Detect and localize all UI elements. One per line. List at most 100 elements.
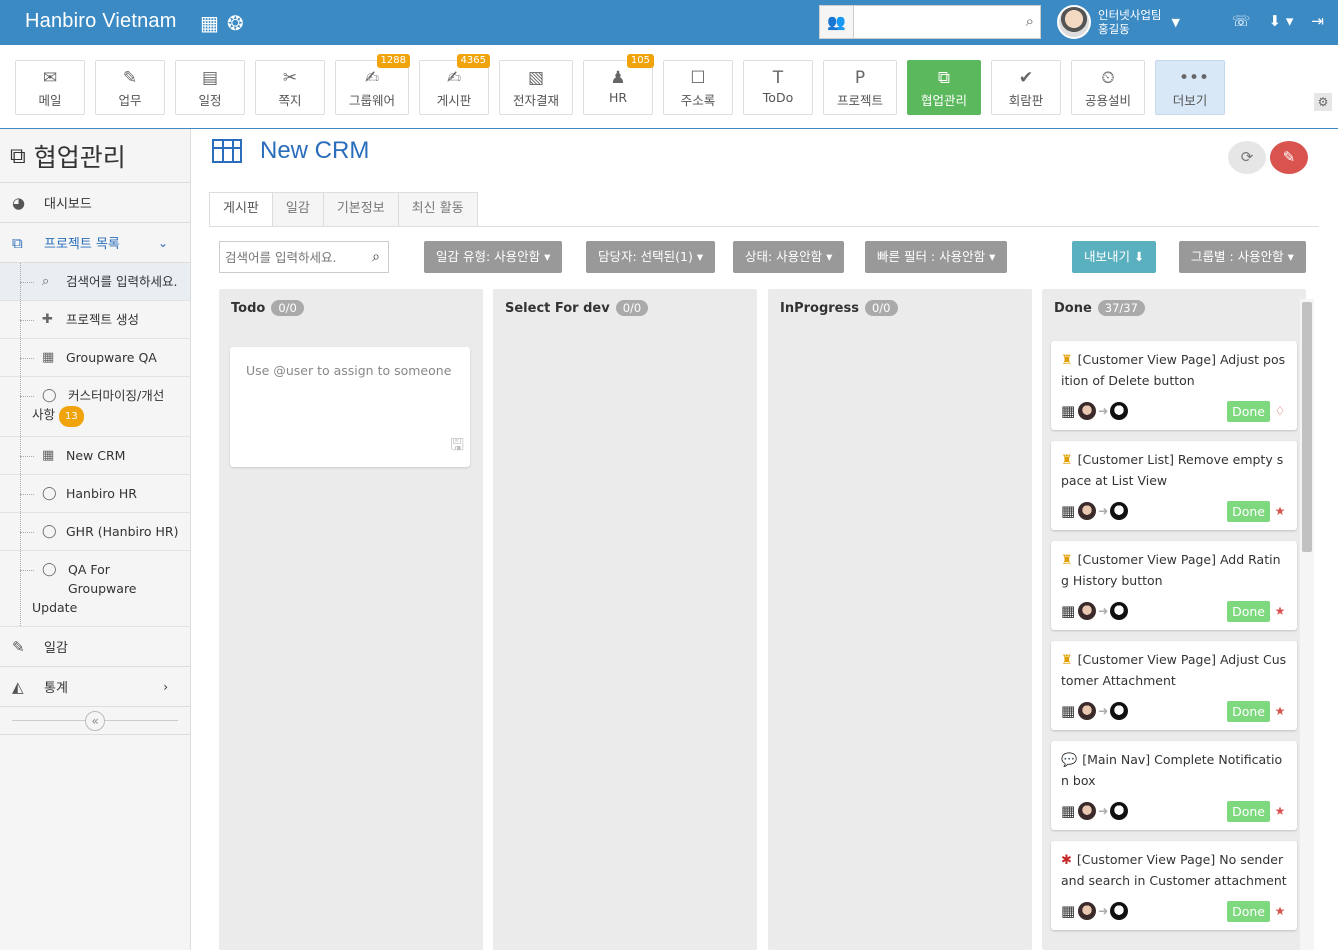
sidebar-item-dashboard[interactable]: ◕ 대시보드	[0, 183, 190, 223]
search-icon[interactable]: ⌕	[372, 249, 380, 265]
chevron-right-icon[interactable]: ›	[163, 680, 168, 694]
download-icon[interactable]: ⬇ ▾	[1269, 12, 1294, 30]
chevron-down-icon[interactable]: ⌄	[158, 236, 168, 250]
column-done: Done 37/37 ♜ [Customer View Page] Adjust p…	[1042, 289, 1306, 950]
status-badge[interactable]: Done	[1227, 400, 1270, 422]
status-badge[interactable]: Done	[1227, 600, 1270, 622]
star-icon: ★	[1274, 804, 1286, 818]
grid-apps-icon[interactable]: ▦	[200, 11, 219, 35]
task-card[interactable]: ♜ [Customer List] Remove empty space at L…	[1051, 441, 1297, 530]
task-card[interactable]: ♜ [Customer View Page] Adjust position of…	[1051, 341, 1297, 430]
board-toolbar: ⌕ 일감 유형: 사용안함 ▾ 담당자: 선택된(1) ▾ 상태: 사용안함 ▾…	[219, 241, 1319, 273]
refresh-button[interactable]: ⟳	[1228, 141, 1266, 174]
sidebar-item-stats[interactable]: ◭ 통계 ›	[0, 667, 190, 707]
collapse-icon[interactable]: «	[85, 711, 105, 731]
status-badge[interactable]: Done	[1227, 900, 1270, 922]
gear-icon[interactable]: ⚙	[1314, 93, 1332, 111]
app-task[interactable]: ✎ 업무	[95, 60, 165, 115]
calendar-icon[interactable]: ▦	[1061, 702, 1075, 720]
chevron-down-icon[interactable]: ▼	[1171, 16, 1179, 29]
tab-info[interactable]: 기본정보	[322, 192, 399, 226]
group-by-dropdown[interactable]: 그룹별 : 사용안함 ▾	[1179, 241, 1306, 273]
board-search-input[interactable]	[220, 242, 360, 272]
status-badge[interactable]: Done	[1227, 500, 1270, 522]
calendar-icon[interactable]: ▦	[1061, 602, 1075, 620]
new-card-input[interactable]: Use @user to assign to someone 🖫	[230, 347, 470, 467]
avatar	[1078, 602, 1097, 620]
global-search-input[interactable]	[856, 8, 1016, 36]
column-count: 0/0	[615, 300, 649, 316]
app-approval[interactable]: ▧ 전자결재	[499, 60, 573, 115]
sidebar-create-project[interactable]: ✚ 프로젝트 생성	[0, 301, 190, 339]
table-icon: ▦	[42, 448, 55, 463]
quick-filter-dropdown[interactable]: 빠른 필터 : 사용안함 ▾	[865, 241, 1008, 273]
avatar	[1078, 802, 1097, 820]
task-card[interactable]: ♜ [Customer View Page] Adjust Customer At…	[1051, 641, 1297, 730]
star-icon: ★	[1274, 704, 1286, 718]
board-scrollbar[interactable]	[1300, 299, 1314, 950]
search-icon[interactable]: ⌕	[1026, 12, 1034, 30]
app-collab[interactable]: ⧉ 협업관리	[907, 60, 981, 115]
sidebar-project-ghr[interactable]: ◯ GHR (Hanbiro HR)	[0, 513, 190, 551]
filter-assignee-dropdown[interactable]: 담당자: 선택된(1) ▾	[586, 241, 716, 273]
calendar-icon[interactable]: ▦	[1061, 902, 1075, 920]
app-mail[interactable]: ✉ 메일	[15, 60, 85, 115]
calendar-icon[interactable]: ▦	[1061, 502, 1075, 520]
org-chart-icon[interactable]: 👥	[820, 6, 854, 38]
sidebar-project-search[interactable]: ⌕ 검색어를 입력하세요.	[0, 263, 190, 301]
search-icon: ⌕	[42, 274, 50, 289]
sidebar-project-groupware-qa[interactable]: ▦ Groupware QA	[0, 339, 190, 377]
status-badge[interactable]: Done	[1227, 700, 1270, 722]
save-icon[interactable]: 🖫	[450, 434, 464, 461]
sidebar-project-hanbiro-hr[interactable]: ◯ Hanbiro HR	[0, 475, 190, 513]
app-hr[interactable]: 105 ♟ HR	[583, 54, 654, 115]
app-project[interactable]: P 프로젝트	[823, 60, 897, 115]
tab-board[interactable]: 게시판	[209, 192, 273, 226]
export-button[interactable]: 내보내기 ⬇	[1072, 241, 1157, 273]
edit-button[interactable]: ✎	[1270, 141, 1308, 174]
chat-icon: ◯	[42, 562, 57, 577]
table-icon: ▦	[42, 350, 55, 365]
avatar	[1110, 902, 1129, 920]
filter-type-dropdown[interactable]: 일감 유형: 사용안함 ▾	[424, 241, 563, 273]
task-card[interactable]: ♜ [Customer View Page] Add Rating History…	[1051, 541, 1297, 630]
approval-icon: ▧	[527, 68, 545, 88]
sidebar-project-qa-update[interactable]: ◯ QA For Groupware Update	[0, 551, 190, 627]
app-calendar[interactable]: ▤ 일정	[175, 60, 245, 115]
filter-status-dropdown[interactable]: 상태: 사용안함 ▾	[733, 241, 845, 273]
sidebar-item-project-list[interactable]: ⧉ 프로젝트 목록 ⌄	[0, 223, 190, 263]
sidebar-item-diary[interactable]: ✎ 일감	[0, 627, 190, 667]
arrow-right-icon: ➜	[1098, 504, 1109, 518]
logout-icon[interactable]: ⇥	[1311, 12, 1324, 30]
scrollbar-thumb[interactable]	[1302, 302, 1312, 552]
status-badge[interactable]: Done	[1227, 800, 1270, 822]
app-groupware[interactable]: 1288 ✍ 그룹웨어	[335, 54, 410, 115]
calendar-icon[interactable]: ▦	[1061, 802, 1075, 820]
sidebar-project-new-crm[interactable]: ▦ New CRM	[0, 437, 190, 475]
count-badge: 13	[59, 406, 84, 427]
sidebar-project-customizing[interactable]: ◯ 커스터마이징/개선 사항 13	[0, 377, 190, 437]
column-header: Done 37/37	[1054, 300, 1145, 316]
phone-icon[interactable]: ☏	[1232, 12, 1251, 30]
brand-title[interactable]: Hanbiro Vietnam	[25, 10, 177, 33]
app-contacts[interactable]: ☐ 주소록	[663, 60, 733, 115]
tab-tasks[interactable]: 일감	[271, 192, 324, 226]
app-facility[interactable]: ⏲ 공용설비	[1071, 60, 1145, 115]
download-icon: ⬇	[1134, 249, 1145, 264]
hanbiro-logo-icon[interactable]: ❂	[227, 11, 244, 35]
tab-activity[interactable]: 최신 활동	[397, 192, 478, 226]
app-todo[interactable]: T ToDo	[743, 60, 813, 115]
user-menu[interactable]: 인터넷사업팀 홍길동 ▼	[1057, 3, 1180, 41]
avatar[interactable]	[1057, 5, 1091, 39]
app-more[interactable]: ••• 더보기	[1155, 60, 1225, 115]
app-board[interactable]: 4365 ✍ 게시판	[419, 54, 490, 115]
calendar-icon[interactable]: ▦	[1061, 402, 1075, 420]
crown-icon: ♜	[1061, 553, 1073, 568]
task-card[interactable]: 💬 [Main Nav] Complete Notification box ▦ ➜…	[1051, 741, 1297, 830]
column-header: Select For dev 0/0	[505, 300, 649, 316]
app-memo[interactable]: ✂ 쪽지	[255, 60, 325, 115]
groupware-icon: ✍	[364, 68, 380, 88]
avatar	[1110, 602, 1129, 620]
task-card[interactable]: ✱ [Customer View Page] No sender and sear…	[1051, 841, 1297, 930]
app-circular[interactable]: ✔ 회람판	[991, 60, 1061, 115]
